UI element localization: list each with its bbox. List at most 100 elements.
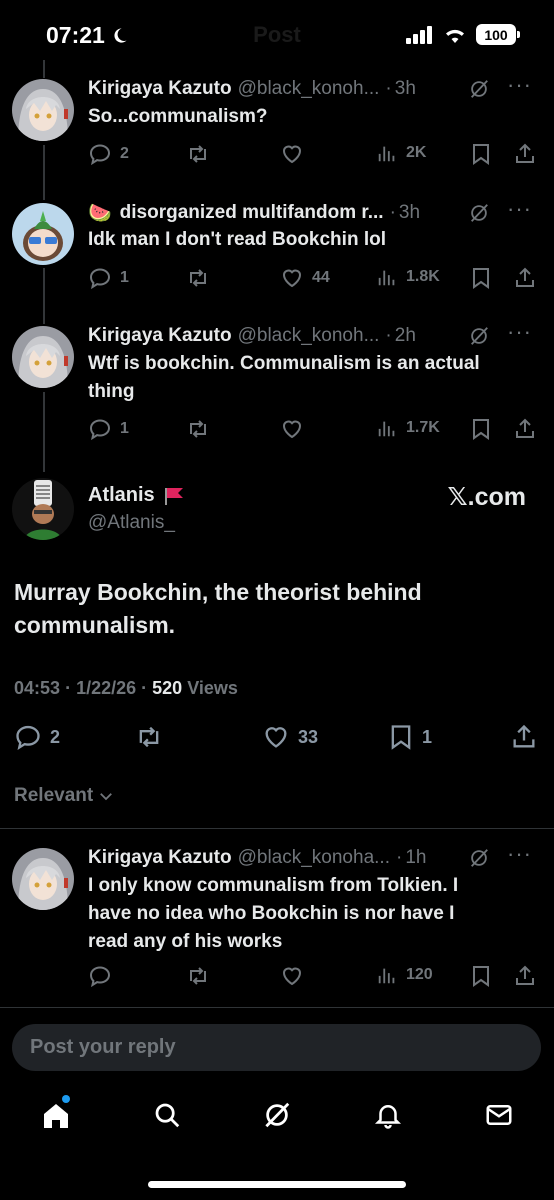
post-actions: 2 2K xyxy=(88,142,534,168)
watermelon-emoji: 🍉 xyxy=(88,203,112,224)
post-text: Wtf is bookchin. Communalism is an actua… xyxy=(88,353,480,402)
more-options-icon[interactable]: ··· xyxy=(507,196,532,222)
red-flag-icon xyxy=(164,487,183,505)
tab-search[interactable] xyxy=(152,1100,182,1135)
display-name[interactable]: Kirigaya Kazuto xyxy=(88,78,232,100)
tab-grok[interactable] xyxy=(262,1100,292,1135)
more-options-icon[interactable]: ··· xyxy=(507,841,532,867)
share-button[interactable] xyxy=(513,142,537,166)
sort-replies-dropdown[interactable]: Relevant xyxy=(14,785,115,807)
wifi-icon xyxy=(446,29,464,43)
user-handle[interactable]: @black_konoh... xyxy=(238,78,380,100)
repost-button[interactable] xyxy=(186,964,210,988)
views-button[interactable]: 1.7K xyxy=(376,417,440,439)
share-button[interactable] xyxy=(513,964,537,988)
avatar[interactable] xyxy=(12,203,74,265)
avatar[interactable] xyxy=(12,478,74,540)
dot-separator: · xyxy=(395,847,403,868)
post-text: Idk man I don't read Bookchin lol xyxy=(88,229,386,250)
cellular-signal-icon xyxy=(406,25,432,44)
bookmark-button[interactable] xyxy=(470,417,492,441)
reply-icon xyxy=(89,268,111,290)
like-button[interactable]: 44 xyxy=(280,266,330,290)
avatar[interactable] xyxy=(12,326,74,388)
more-options-icon[interactable]: ··· xyxy=(507,319,532,345)
views-button[interactable]: 2K xyxy=(376,142,426,164)
bookmark-button[interactable] xyxy=(470,964,492,988)
share-button[interactable] xyxy=(513,266,537,290)
post-time: 3h xyxy=(394,78,416,99)
display-name[interactable]: Kirigaya Kazuto xyxy=(88,325,232,347)
user-handle[interactable]: @black_konoha... xyxy=(238,847,390,869)
views-button[interactable]: 120 xyxy=(376,964,433,986)
repost-button[interactable] xyxy=(186,266,210,290)
views-button[interactable]: 1.8K xyxy=(376,266,440,288)
post-meta: 04:53 · 1/22/26 · 520 Views xyxy=(14,678,238,698)
like-button[interactable] xyxy=(280,417,304,441)
post-actions: 120 xyxy=(88,964,534,990)
status-bar: 07:21 Post 100 xyxy=(0,0,554,64)
analytics-icon xyxy=(378,270,395,286)
post-time: 04:53 xyxy=(14,678,61,698)
display-name[interactable]: disorganized multifandom r... xyxy=(120,202,384,224)
like-button[interactable]: 33 xyxy=(262,723,318,751)
user-handle[interactable]: @Atlanis_ xyxy=(88,512,175,534)
repost-button[interactable] xyxy=(186,417,210,441)
share-button[interactable] xyxy=(510,723,538,751)
post-actions: 2 33 1 xyxy=(14,723,540,753)
repost-icon xyxy=(139,726,159,748)
tab-notifications[interactable] xyxy=(373,1100,403,1135)
avatar[interactable] xyxy=(12,848,74,910)
tab-home[interactable] xyxy=(40,1100,72,1137)
reply-button[interactable] xyxy=(88,964,112,988)
display-name[interactable]: Atlanis xyxy=(88,484,155,507)
heart-icon xyxy=(282,145,302,164)
envelope-icon xyxy=(486,1105,512,1125)
repost-button[interactable] xyxy=(186,142,210,166)
home-indicator[interactable] xyxy=(148,1181,406,1188)
reply-icon xyxy=(89,419,111,441)
dot-separator: · xyxy=(385,325,392,346)
display-name[interactable]: Kirigaya Kazuto xyxy=(88,847,232,869)
grok-icon[interactable] xyxy=(468,202,490,224)
share-button[interactable] xyxy=(513,417,537,441)
grok-icon xyxy=(265,1102,290,1128)
grok-icon[interactable] xyxy=(468,78,490,100)
reply-input[interactable]: Post your reply xyxy=(12,1024,541,1071)
heart-icon xyxy=(265,727,287,748)
heart-icon xyxy=(282,967,302,986)
bookmark-button[interactable]: 1 xyxy=(388,723,432,751)
reply-button[interactable]: 2 xyxy=(88,142,129,166)
reply-button[interactable]: 1 xyxy=(88,266,129,290)
post-time: 1h xyxy=(405,847,427,868)
views-count[interactable]: 520 xyxy=(152,678,182,698)
avatar[interactable] xyxy=(12,79,74,141)
post-text: I only know communalism from Tolkien. I … xyxy=(88,875,459,952)
bookmark-button[interactable] xyxy=(470,142,492,166)
repost-icon xyxy=(190,145,206,163)
grok-icon[interactable] xyxy=(468,325,490,347)
share-icon xyxy=(516,143,534,163)
reply-button[interactable]: 1 xyxy=(88,417,129,441)
dot-separator: · xyxy=(389,202,396,223)
thread-line xyxy=(43,60,45,78)
bell-icon xyxy=(374,1105,402,1129)
bookmark-button[interactable] xyxy=(470,266,492,290)
more-options-icon[interactable]: ··· xyxy=(507,72,532,98)
reply-icon xyxy=(89,966,111,988)
like-button[interactable] xyxy=(280,142,304,166)
search-icon xyxy=(155,1103,180,1128)
reply-button[interactable]: 2 xyxy=(14,723,60,751)
grok-icon[interactable] xyxy=(468,847,490,869)
tab-messages[interactable] xyxy=(484,1100,514,1135)
post-text: So...communalism? xyxy=(88,106,268,127)
repost-button[interactable] xyxy=(135,723,163,751)
post-date: 1/22/26 xyxy=(76,678,137,698)
user-handle[interactable]: @black_konoh... xyxy=(238,325,380,347)
reply-icon xyxy=(89,144,111,166)
like-button[interactable] xyxy=(280,964,304,988)
bookmark-icon xyxy=(473,268,489,289)
share-icon xyxy=(513,724,535,748)
repost-icon xyxy=(190,420,206,438)
dot-separator: · xyxy=(385,78,392,99)
